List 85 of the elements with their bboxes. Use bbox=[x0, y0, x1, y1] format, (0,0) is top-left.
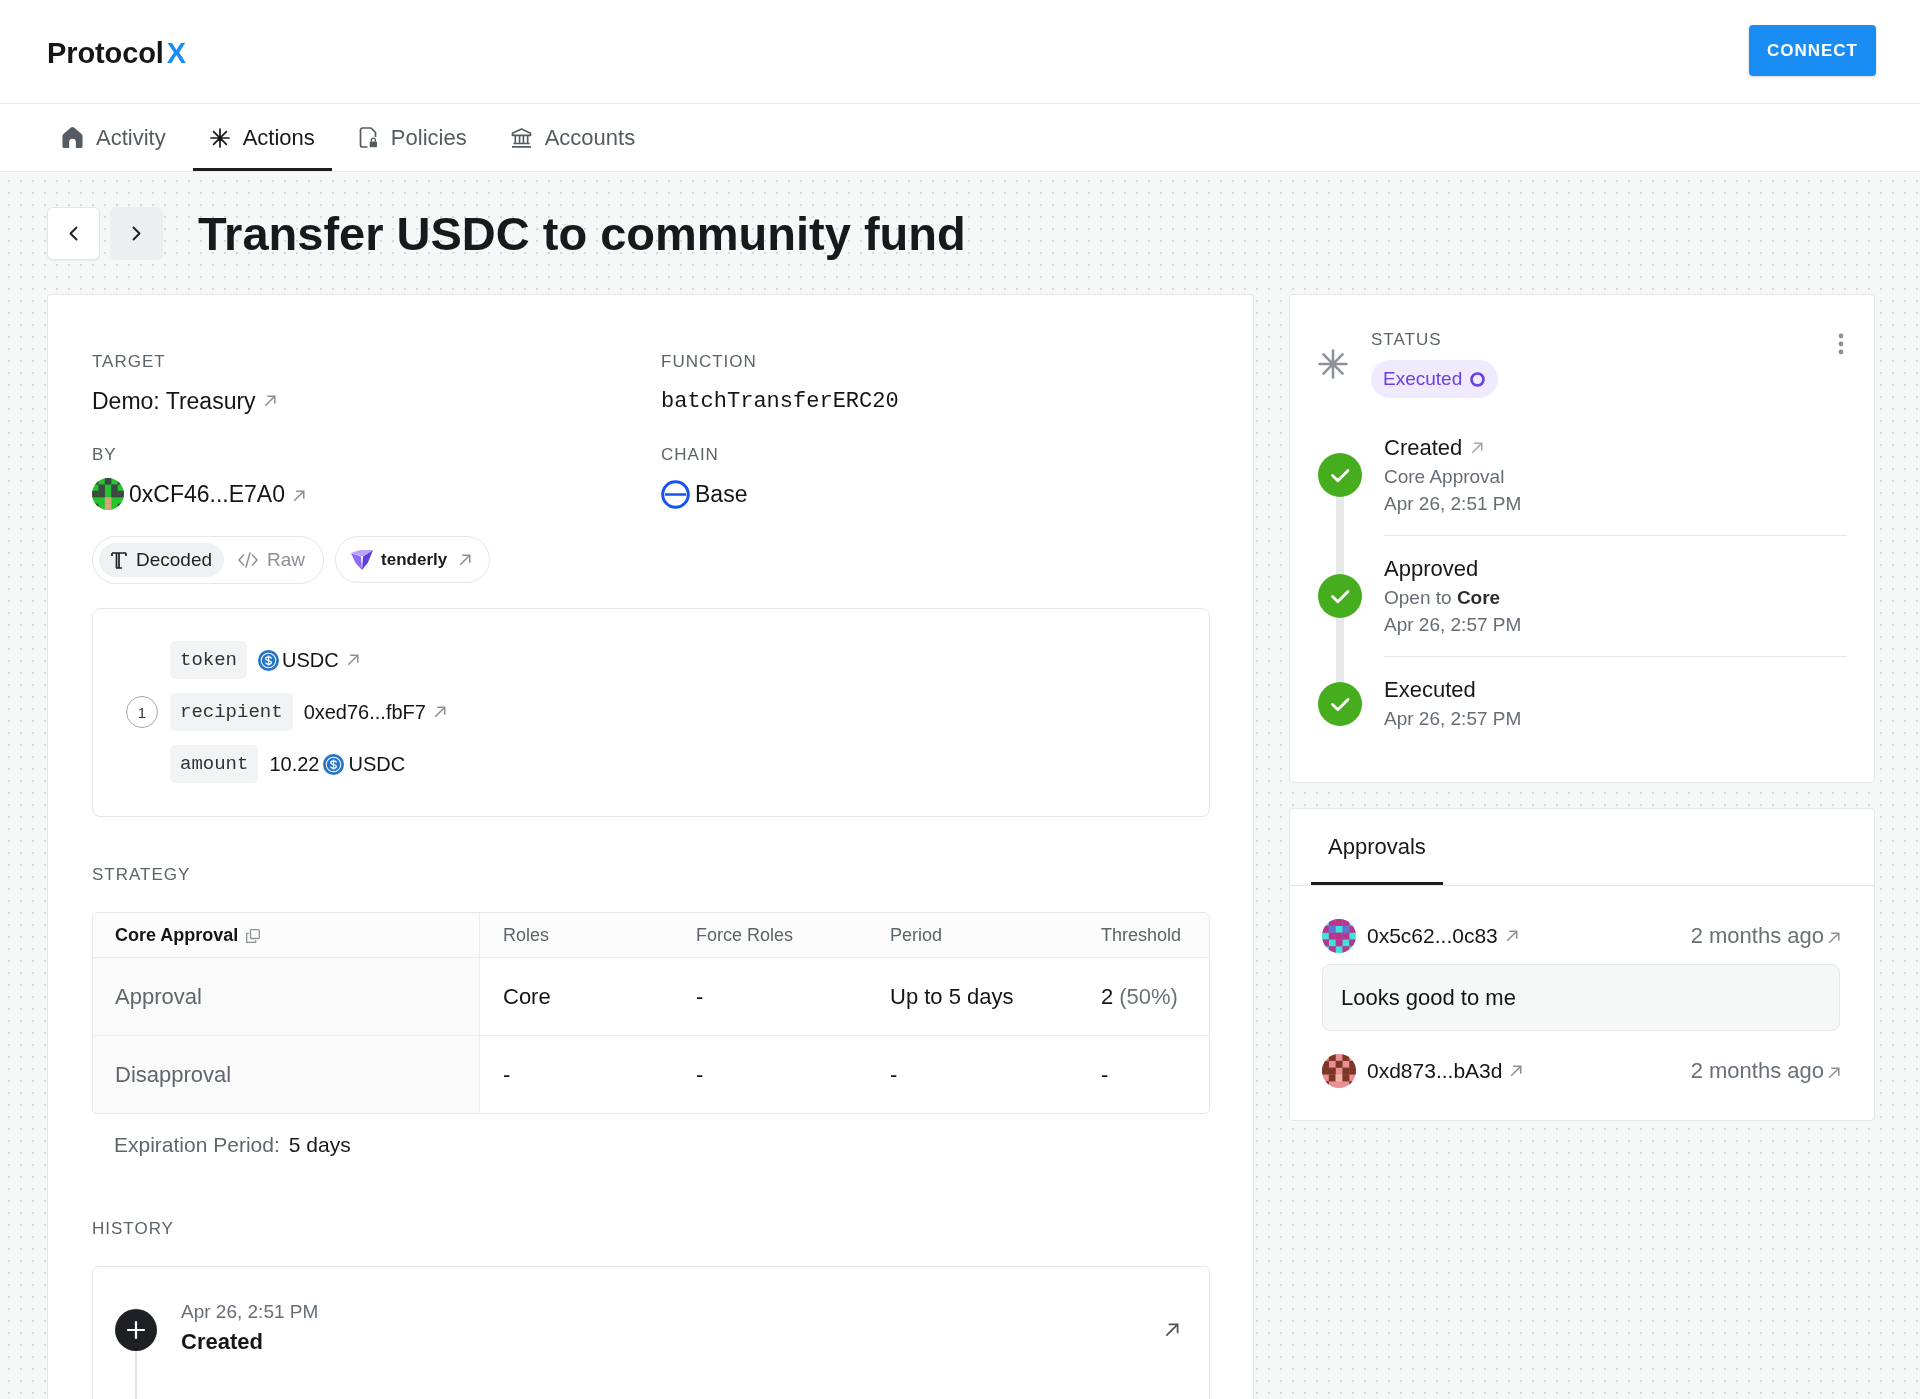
section-label: STATUS bbox=[1371, 329, 1443, 351]
plus-circle-icon bbox=[115, 1309, 157, 1351]
table-cell: 2 (50%) bbox=[1078, 958, 1209, 1036]
field-label: CHAIN bbox=[661, 444, 720, 466]
time-link[interactable]: 2 months ago bbox=[1690, 1058, 1840, 1084]
chain-name: Base bbox=[695, 480, 748, 508]
table-cell-text: - bbox=[695, 1060, 705, 1089]
code-icon bbox=[238, 552, 259, 568]
home-icon bbox=[62, 127, 83, 148]
step-date: Apr 26, 2:57 PM bbox=[1384, 707, 1523, 731]
nav-tab[interactable]: Policies bbox=[341, 104, 484, 171]
section-label: STRATEGY bbox=[92, 864, 192, 886]
arrow-up-right-icon bbox=[459, 553, 472, 566]
token-symbol: USDC bbox=[348, 752, 406, 776]
expiration-label: Expiration Period: bbox=[114, 1132, 280, 1158]
step-title: Executed bbox=[1384, 676, 1476, 704]
token-link[interactable]: USDC bbox=[282, 648, 359, 672]
address-link[interactable]: 0xed76...fbF7 bbox=[303, 700, 446, 724]
approvals-tab[interactable]: Approvals bbox=[1311, 809, 1443, 885]
step-title: Created bbox=[1384, 434, 1463, 462]
step-title: Approved bbox=[1384, 555, 1479, 583]
arrow-up-right-icon bbox=[1505, 930, 1518, 942]
table-cell-text: - bbox=[889, 1060, 899, 1089]
step-date: Apr 26, 2:51 PM bbox=[1384, 492, 1523, 516]
logo-icon bbox=[351, 549, 374, 570]
ring-icon bbox=[1470, 371, 1486, 387]
address-link[interactable]: 0xd873...bA3d bbox=[1367, 1059, 1523, 1083]
avatar-icon bbox=[92, 478, 124, 510]
expiration-value: 5 days bbox=[288, 1132, 351, 1158]
chevron-left-icon bbox=[69, 226, 78, 241]
nav-tab[interactable]: Activity bbox=[45, 104, 183, 171]
step-detail: Open to Core bbox=[1384, 586, 1502, 610]
table-cell: - bbox=[673, 958, 867, 1036]
table-cell-text: - bbox=[502, 1060, 512, 1089]
dollar-coin-icon bbox=[323, 753, 345, 775]
arrow-up-right-icon bbox=[433, 706, 446, 718]
param-name: recipient bbox=[170, 693, 293, 731]
arrow-up-right-icon[interactable] bbox=[1165, 1323, 1179, 1337]
strategy-name: Core Approval bbox=[115, 924, 239, 946]
avatar-icon bbox=[1322, 1054, 1356, 1088]
asterisk-icon bbox=[1318, 348, 1348, 379]
avatar-icon bbox=[1322, 919, 1356, 953]
bank-icon bbox=[510, 127, 532, 148]
table-cell-text: - bbox=[1100, 1060, 1110, 1089]
chain-logo-icon bbox=[661, 479, 690, 509]
view-mode-tab[interactable]: Decoded bbox=[99, 543, 225, 577]
arrow-up-right-icon bbox=[292, 489, 305, 502]
page-title: Transfer USDC to community fund bbox=[198, 205, 966, 262]
column-header: Threshold bbox=[1078, 913, 1209, 958]
document-lock-icon bbox=[358, 127, 378, 148]
param-name: amount bbox=[170, 745, 259, 783]
chevron-right-icon bbox=[132, 226, 141, 241]
asterisk-icon bbox=[209, 127, 230, 148]
more-icon[interactable] bbox=[1838, 333, 1844, 355]
nav-tab[interactable]: Accounts bbox=[493, 104, 653, 171]
table-cell: Core bbox=[480, 958, 673, 1036]
row-header: Approval bbox=[93, 958, 480, 1036]
row-header: Disapproval bbox=[93, 1036, 480, 1113]
amount-value: 10.22 bbox=[269, 752, 320, 776]
comment-text: Looks good to me bbox=[1322, 964, 1840, 1031]
account-link[interactable]: 0xCF46...E7A0 bbox=[129, 480, 305, 508]
dollar-coin-icon bbox=[258, 649, 279, 671]
arrow-up-right-icon bbox=[263, 395, 276, 407]
function-name: batchTransferERC20 bbox=[661, 387, 900, 416]
address-link[interactable]: 0x5c62...0c83 bbox=[1367, 924, 1518, 948]
arrow-up-right-icon bbox=[1828, 931, 1840, 944]
arrow-up-right-icon bbox=[346, 654, 359, 666]
arrow-up-right-icon bbox=[1828, 1066, 1840, 1079]
status-text: Executed bbox=[1383, 368, 1463, 390]
text-format-icon bbox=[111, 551, 127, 569]
copy-icon[interactable] bbox=[246, 928, 261, 943]
field-label: FUNCTION bbox=[661, 351, 758, 373]
step-date: Apr 26, 2:57 PM bbox=[1384, 613, 1523, 637]
table-cell: Up to 5 days bbox=[867, 958, 1078, 1036]
field-label: BY bbox=[92, 444, 118, 466]
logo: ProtocolX bbox=[47, 37, 187, 70]
section-label: HISTORY bbox=[92, 1218, 175, 1240]
field-label: TARGET bbox=[92, 351, 167, 373]
param-name: token bbox=[170, 641, 247, 679]
arrow-up-right-icon bbox=[1510, 1065, 1523, 1077]
event-title: Created bbox=[181, 1328, 264, 1356]
time-link[interactable]: 2 months ago bbox=[1690, 923, 1840, 949]
step-detail: Core Approval bbox=[1384, 465, 1506, 489]
event-date: Apr 26, 2:51 PM bbox=[181, 1300, 320, 1324]
target-link[interactable]: Demo: Treasury bbox=[92, 385, 661, 417]
